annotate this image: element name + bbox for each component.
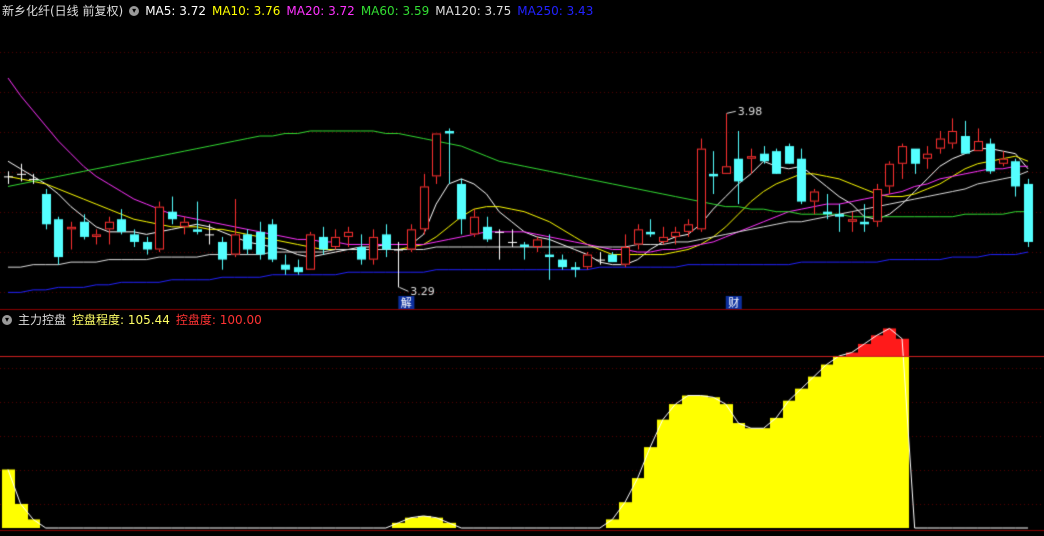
control-level-label: 控盘度: 100.00: [175, 313, 262, 327]
ma250-label: MA250: 3.43: [517, 4, 594, 18]
chevron-down-icon[interactable]: ▾: [2, 315, 12, 325]
main-chart-header: 新乡化纤(日线 前复权) ▾ MA5: 3.72 MA10: 3.76 MA20…: [0, 2, 593, 20]
stock-title: 新乡化纤(日线 前复权): [2, 4, 124, 18]
ma60-label: MA60: 3.59: [360, 4, 430, 18]
ma120-label: MA120: 3.75: [435, 4, 512, 18]
stock-chart-canvas[interactable]: [0, 0, 1044, 536]
ma20-label: MA20: 3.72: [286, 4, 355, 18]
indicator-name: 主力控盘: [18, 313, 67, 327]
indicator-header: ▾ 主力控盘 控盘程度: 105.44 控盘度: 100.00: [0, 311, 262, 329]
chevron-down-icon[interactable]: ▾: [129, 6, 140, 16]
control-degree-label: 控盘程度: 105.44: [72, 313, 170, 327]
ma10-label: MA10: 3.76: [211, 4, 281, 18]
ma5-label: MA5: 3.72: [145, 4, 206, 18]
